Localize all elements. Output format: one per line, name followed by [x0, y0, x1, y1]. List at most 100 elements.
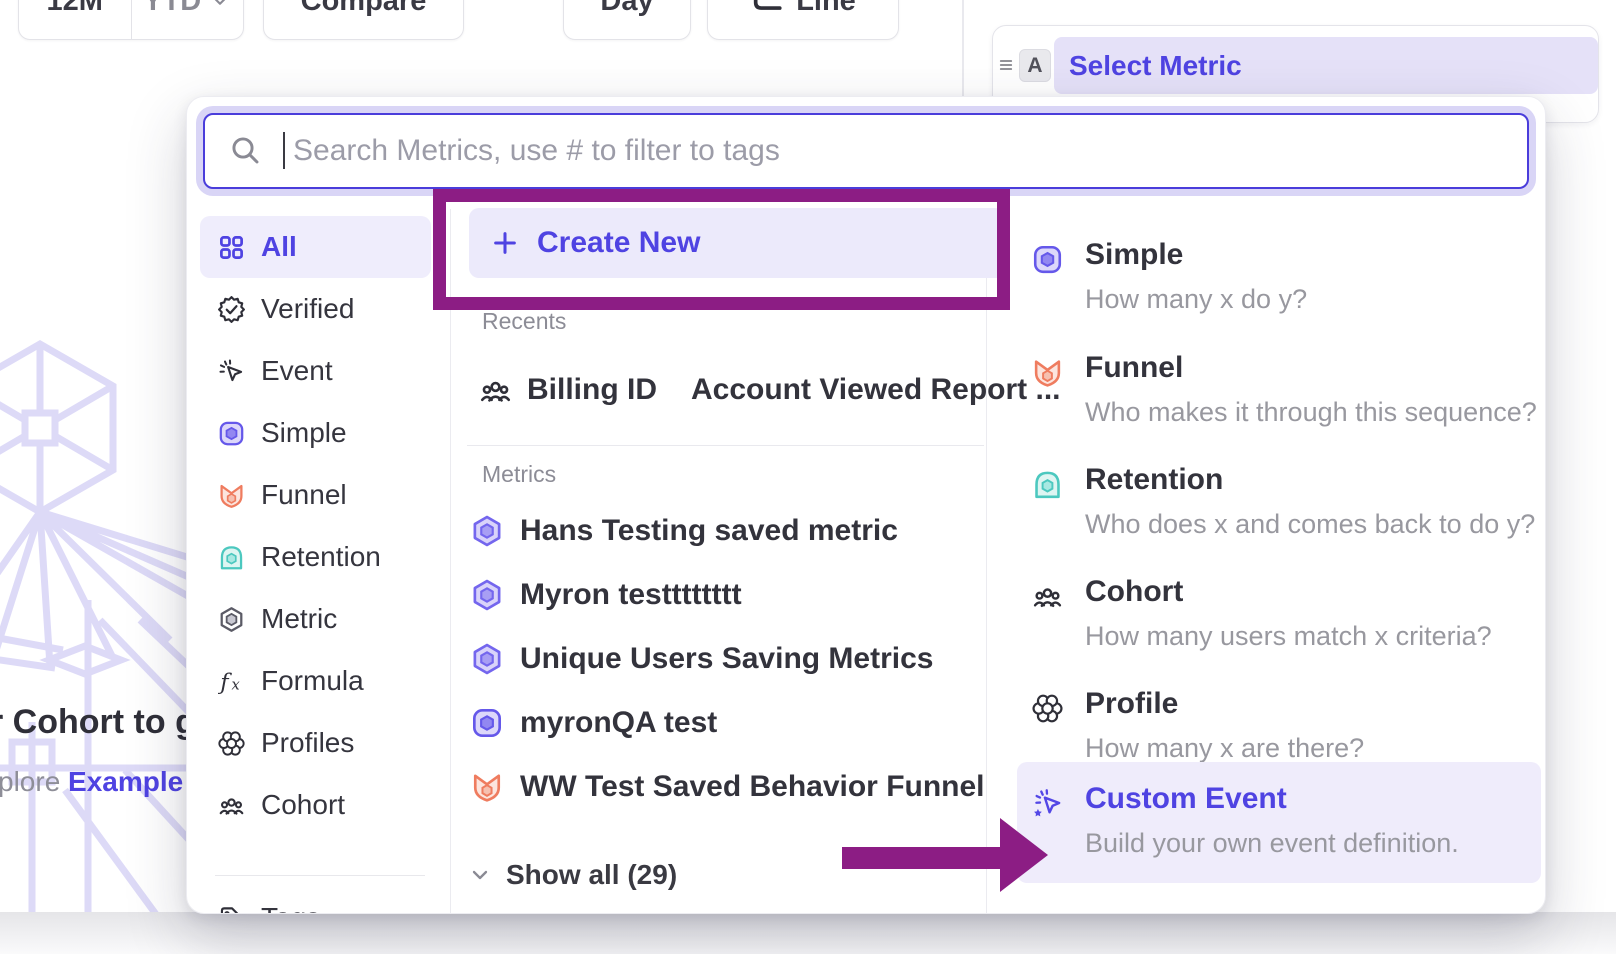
day-label: Day: [600, 0, 653, 18]
profile-icon: [1032, 693, 1063, 724]
page-bottom-strip: [0, 912, 1616, 954]
metric-type-desc: How many x are there?: [1085, 733, 1364, 764]
range-ytd-label: YTD: [143, 0, 201, 18]
event-icon: [218, 358, 245, 385]
sidebar-filter-item[interactable]: Retention: [200, 526, 431, 588]
custom-event-icon: [1032, 788, 1063, 819]
middle-column-divider: [467, 445, 984, 446]
metric-type-row[interactable]: Funnel Who makes it through this sequenc…: [1017, 347, 1541, 451]
recent-item-primary: Billing ID: [527, 373, 657, 407]
sidebar-filter-label: Metric: [261, 603, 337, 635]
drag-handle-icon[interactable]: [998, 52, 1014, 78]
sidebar-filter-label: Formula: [261, 665, 364, 697]
sidebar-filter-label: Cohort: [261, 789, 345, 821]
metric-type-row[interactable]: Cohort How many users match x criteria?: [1017, 571, 1541, 675]
saved-metric-label: WW Test Saved Behavior Funnel: [520, 770, 985, 804]
range-12m-label: 12M: [47, 0, 103, 18]
recent-item-secondary: Account Viewed Report ...: [691, 373, 1061, 407]
sidebar-filter-label: Simple: [261, 417, 347, 449]
simple-icon: [218, 420, 245, 447]
compare-button[interactable]: Compare: [263, 0, 464, 40]
saved-metric-label: Myron testttttttt: [520, 578, 742, 612]
recent-item-row[interactable]: Billing ID Account Viewed Report ...: [479, 367, 979, 413]
metric-type-desc: Who does x and comes back to do y?: [1085, 509, 1535, 540]
search-box: [203, 113, 1529, 189]
metric-type-row[interactable]: Custom Event Build your own event defini…: [1017, 762, 1541, 883]
retention-icon: [218, 544, 245, 571]
sidebar-divider-line: [450, 209, 451, 913]
show-all-label: Show all (29): [506, 859, 677, 891]
types-divider-line: [986, 209, 987, 913]
background-explore-line: xplore Example: [0, 766, 183, 798]
select-metric-pill[interactable]: Select Metric: [1054, 37, 1598, 94]
simple-icon: [471, 707, 503, 739]
recents-header: Recents: [482, 308, 566, 335]
sidebar-filter-item[interactable]: Funnel: [200, 464, 431, 526]
metric-picker-dropdown: All Verified Event Simple Funnel Retenti…: [186, 96, 1546, 914]
metric-icon: [218, 606, 245, 633]
search-input[interactable]: [205, 115, 1527, 187]
range-ytd-button[interactable]: YTD: [131, 0, 244, 39]
create-new-button[interactable]: Create New: [469, 208, 1005, 278]
sidebar-filter-label: Event: [261, 355, 333, 387]
create-new-label: Create New: [537, 226, 700, 260]
metric-type-desc: Who makes it through this sequence?: [1085, 397, 1537, 428]
sidebar-filter-item[interactable]: All: [200, 216, 431, 278]
sidebar-filter-label: All: [261, 231, 297, 263]
retention-icon: [1032, 469, 1063, 500]
sidebar-filter-label: Profiles: [261, 727, 354, 759]
cohort-icon: [1032, 581, 1063, 612]
compare-label: Compare: [301, 0, 427, 18]
sidebar-filter-item[interactable]: Simple: [200, 402, 431, 464]
profiles-icon: [218, 730, 245, 757]
saved-metric-row[interactable]: WW Test Saved Behavior Funnel: [471, 755, 983, 819]
metric-type-title: Simple: [1085, 240, 1307, 270]
saved-metric-row[interactable]: Unique Users Saving Metrics: [471, 627, 983, 691]
all-icon: [218, 234, 245, 261]
app-root: 12M YTD Compare Day Line A Select Metric…: [0, 0, 1616, 954]
saved-metric-row[interactable]: Myron testttttttt: [471, 563, 983, 627]
metric-type-desc: How many users match x criteria?: [1085, 621, 1492, 652]
sidebar-filter-label: Funnel: [261, 479, 347, 511]
sidebar-filter-item[interactable]: Metric: [200, 588, 431, 650]
sidebar-filter-label: Verified: [261, 293, 354, 325]
background-headline-fragment: r Cohort to ge: [0, 703, 215, 742]
funnel-icon: [471, 771, 503, 803]
filter-sidebar: All Verified Event Simple Funnel Retenti…: [200, 216, 431, 836]
metric-type-desc: How many x do y?: [1085, 284, 1307, 315]
saved-metric-row[interactable]: Hans Testing saved metric: [471, 499, 983, 563]
metric-type-title: Profile: [1085, 689, 1364, 719]
chevron-down-icon: [468, 863, 492, 887]
sidebar-filter-item-tags[interactable]: Tags: [200, 887, 431, 914]
saved-metric-icon: [471, 643, 503, 675]
granularity-day-button[interactable]: Day: [563, 0, 691, 40]
sidebar-overflow-item-wrap: Tags: [200, 887, 431, 914]
cohort-icon: [218, 792, 245, 819]
explore-text-fragment: xplore: [0, 766, 68, 797]
saved-metric-label: myronQA test: [520, 706, 717, 740]
verified-icon: [218, 296, 245, 323]
tag-icon: [218, 905, 245, 915]
sidebar-filter-item[interactable]: Profiles: [200, 712, 431, 774]
saved-metric-row[interactable]: myronQA test: [471, 691, 983, 755]
sidebar-filter-item[interactable]: Event: [200, 340, 431, 402]
saved-metric-label: Hans Testing saved metric: [520, 514, 898, 548]
example-link[interactable]: Example: [68, 766, 183, 797]
sidebar-filter-item[interactable]: Verified: [200, 278, 431, 340]
sidebar-filter-label: Retention: [261, 541, 381, 573]
sidebar-filter-item[interactable]: Cohort: [200, 774, 431, 836]
metric-type-row[interactable]: Retention Who does x and comes back to d…: [1017, 459, 1541, 563]
line-chart-icon: [750, 0, 784, 18]
select-metric-label: Select Metric: [1069, 50, 1242, 82]
funnel-icon: [218, 482, 245, 509]
cohort-icon: [479, 374, 512, 407]
show-all-toggle[interactable]: Show all (29): [468, 859, 677, 891]
range-12m-button[interactable]: 12M: [19, 0, 131, 39]
metric-type-row[interactable]: Simple How many x do y?: [1017, 234, 1541, 338]
sidebar-filter-item[interactable]: Formula: [200, 650, 431, 712]
sidebar-bottom-divider: [215, 875, 425, 876]
metric-slot-badge: A: [1019, 49, 1051, 82]
metric-type-desc: Build your own event definition.: [1085, 828, 1459, 859]
chart-type-line-button[interactable]: Line: [707, 0, 899, 40]
saved-metric-icon: [471, 579, 503, 611]
